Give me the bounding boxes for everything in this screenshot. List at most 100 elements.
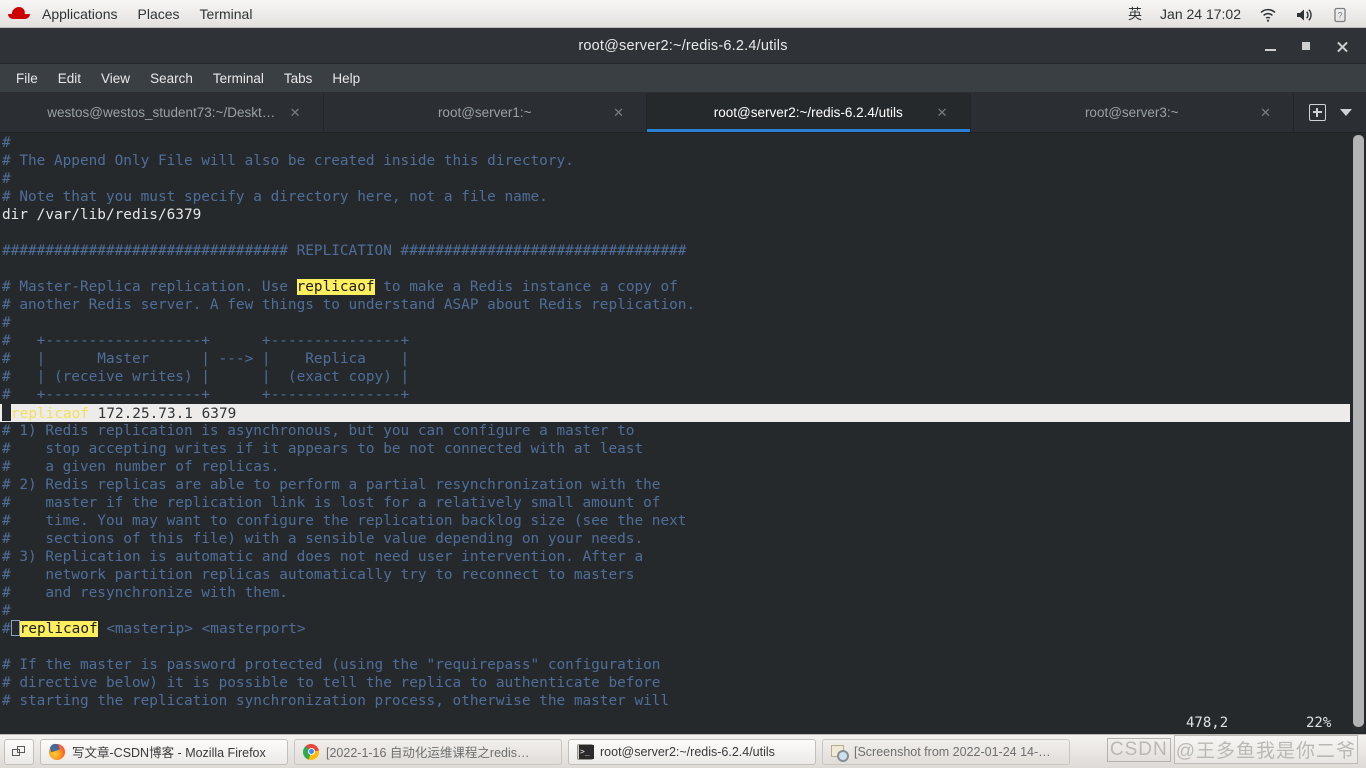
window-controls: [1252, 28, 1360, 64]
terminal-line: # a given number of replicas.: [2, 459, 280, 475]
menu-places[interactable]: Places: [128, 0, 190, 28]
menu-item-help[interactable]: Help: [322, 64, 370, 93]
terminal-line-section-header: ################################# REPLIC…: [2, 243, 687, 259]
terminal-line: # 2) Redis replicas are able to perform …: [2, 477, 661, 493]
csdn-watermark: CSDN @王多鱼我是你二爷: [1106, 735, 1358, 764]
search-highlight: replicaof: [296, 279, 375, 295]
window-title: root@server2:~/redis-6.2.4/utils: [578, 37, 788, 54]
terminal-cursor-line: replicaof 172.25.73.1 6379: [0, 404, 1350, 422]
volume-icon[interactable]: [1286, 0, 1322, 28]
taskbar-item-firefox[interactable]: 写文章-CSDN博客 - Mozilla Firefox: [40, 738, 288, 765]
menu-item-edit[interactable]: Edit: [48, 64, 91, 93]
window-title-bar[interactable]: root@server2:~/redis-6.2.4/utils: [0, 28, 1366, 64]
scroll-percent: 22%: [1306, 715, 1332, 731]
redhat-logo-icon: [6, 0, 32, 28]
terminal-line: dir /var/lib/redis/6379: [2, 207, 202, 223]
menu-item-view[interactable]: View: [91, 64, 140, 93]
terminal-line: # network partition replicas automatical…: [2, 567, 635, 583]
terminal-line: # +------------------+ +---------------+: [2, 333, 410, 349]
image-viewer-icon: [831, 744, 849, 762]
chevron-down-icon[interactable]: [1339, 109, 1352, 116]
minimize-icon: [1264, 48, 1276, 51]
show-desktop-icon: [12, 745, 26, 758]
terminal-line: # 3) Replication is automatic and does n…: [2, 549, 644, 565]
battery-icon[interactable]: ?: [1322, 0, 1358, 28]
taskbar-item-terminal[interactable]: root@server2:~/redis-6.2.4/utils: [568, 738, 816, 765]
menu-terminal[interactable]: Terminal: [190, 0, 263, 28]
terminal-line: # The Append Only File will also be crea…: [2, 153, 574, 169]
terminal-scrollbar[interactable]: [1353, 135, 1364, 732]
text-cursor-secondary: [10, 620, 20, 636]
input-method-indicator[interactable]: 英: [1119, 0, 1151, 28]
taskbar-item-label: root@server2:~/redis-6.2.4/utils: [600, 744, 775, 759]
terminal-line: # | Master | ---> | Replica |: [2, 351, 410, 367]
wifi-icon[interactable]: [1250, 0, 1286, 28]
tab-root-server2-redis-utils[interactable]: root@server2:~/redis-6.2.4/utils ✕: [647, 93, 971, 132]
tab-label: root@server2:~/redis-6.2.4/utils: [713, 105, 903, 120]
tab-root-server1[interactable]: root@server1:~ ✕: [323, 93, 647, 132]
terminal-line: #: [2, 135, 11, 151]
tab-close-icon[interactable]: ✕: [1260, 106, 1271, 119]
maximize-icon: [1302, 42, 1310, 50]
vim-status-line: 478,2 22%: [0, 712, 1366, 734]
taskbar-item-label: [2022-1-16 自动化运维课程之redis…: [326, 746, 530, 760]
tab-close-icon[interactable]: ✕: [290, 106, 301, 119]
tab-close-icon[interactable]: ✕: [937, 106, 948, 119]
minimize-button[interactable]: [1252, 28, 1288, 64]
taskbar-item-screenshot[interactable]: [Screenshot from 2022-01-24 14-…: [822, 738, 1070, 765]
terminal-line: # directive below) it is possible to tel…: [2, 675, 661, 691]
watermark-user: @王多鱼我是你二爷: [1173, 735, 1358, 764]
terminal-tab-bar: westos@westos_student73:~/Deskt… ✕ root@…: [0, 93, 1366, 133]
terminal-line-commented-replicaof: # replicaof <masterip> <masterport>: [2, 620, 306, 637]
gnome-top-panel: Applications Places Terminal 英 Jan 24 17…: [0, 0, 1366, 28]
close-icon: [1336, 40, 1349, 53]
watermark-brand: CSDN: [1106, 737, 1171, 762]
text-cursor: [2, 404, 11, 421]
terminal-line: # +------------------+ +---------------+: [2, 387, 410, 403]
menu-applications[interactable]: Applications: [32, 0, 128, 28]
terminal-line: # If the master is password protected (u…: [2, 657, 661, 673]
terminal-line: # | (receive writes) | | (exact copy) |: [2, 369, 410, 385]
close-button[interactable]: [1324, 28, 1360, 64]
terminal-line: #: [2, 171, 11, 187]
terminal-line: # and resynchronize with them.: [2, 585, 288, 601]
menu-item-file[interactable]: File: [6, 64, 48, 93]
terminal-line: # master if the replication link is lost…: [2, 495, 661, 511]
tab-label: root@server3:~: [1084, 105, 1179, 120]
terminal-line: # time. You may want to configure the re…: [2, 513, 687, 529]
tab-label: westos@westos_student73:~/Deskt…: [47, 105, 276, 120]
terminal-icon: [577, 743, 594, 760]
wifi-icon-svg: [1260, 8, 1276, 22]
cursor-position: 478,2: [1186, 715, 1229, 731]
clock[interactable]: Jan 24 17:02: [1151, 0, 1250, 28]
menu-item-search[interactable]: Search: [140, 64, 203, 93]
tab-label: root@server1:~: [437, 105, 532, 120]
terminal-line: # Note that you must specify a directory…: [2, 189, 548, 205]
taskbar-item-chrome[interactable]: [2022-1-16 自动化运维课程之redis…: [294, 738, 562, 765]
terminal-line: # Master-Replica replication. Use replic…: [2, 279, 678, 295]
volume-icon-svg: [1297, 9, 1312, 21]
terminal-line: # starting the replication synchronizati…: [2, 693, 670, 709]
show-desktop-button[interactable]: [4, 738, 34, 765]
tab-bar-tools: [1294, 93, 1366, 132]
menu-item-tabs[interactable]: Tabs: [274, 64, 323, 93]
scrollbar-thumb[interactable]: [1353, 135, 1364, 727]
terminal-screen[interactable]: # # The Append Only File will also be cr…: [0, 133, 1366, 734]
search-highlight: replicaof: [19, 621, 98, 637]
terminal-window: root@server2:~/redis-6.2.4/utils File Ed…: [0, 28, 1366, 734]
terminal-line: #: [2, 603, 11, 619]
terminal-line: # sections of this file) with a sensible…: [2, 531, 644, 547]
menu-item-terminal[interactable]: Terminal: [203, 64, 274, 93]
taskbar-item-label: 写文章-CSDN博客 - Mozilla Firefox: [72, 746, 266, 760]
terminal-line: # another Redis server. A few things to …: [2, 297, 696, 313]
taskbar: 写文章-CSDN博客 - Mozilla Firefox [2022-1-16 …: [0, 734, 1366, 768]
top-panel-status-area: 英 Jan 24 17:02 ?: [1119, 0, 1366, 28]
battery-icon-svg: ?: [1334, 7, 1346, 22]
tab-root-server3[interactable]: root@server3:~ ✕: [970, 93, 1294, 132]
maximize-button[interactable]: [1288, 28, 1324, 64]
new-tab-icon[interactable]: [1308, 104, 1326, 121]
tab-westos-student73[interactable]: westos@westos_student73:~/Deskt… ✕: [0, 93, 324, 132]
tab-close-icon[interactable]: ✕: [613, 106, 624, 119]
